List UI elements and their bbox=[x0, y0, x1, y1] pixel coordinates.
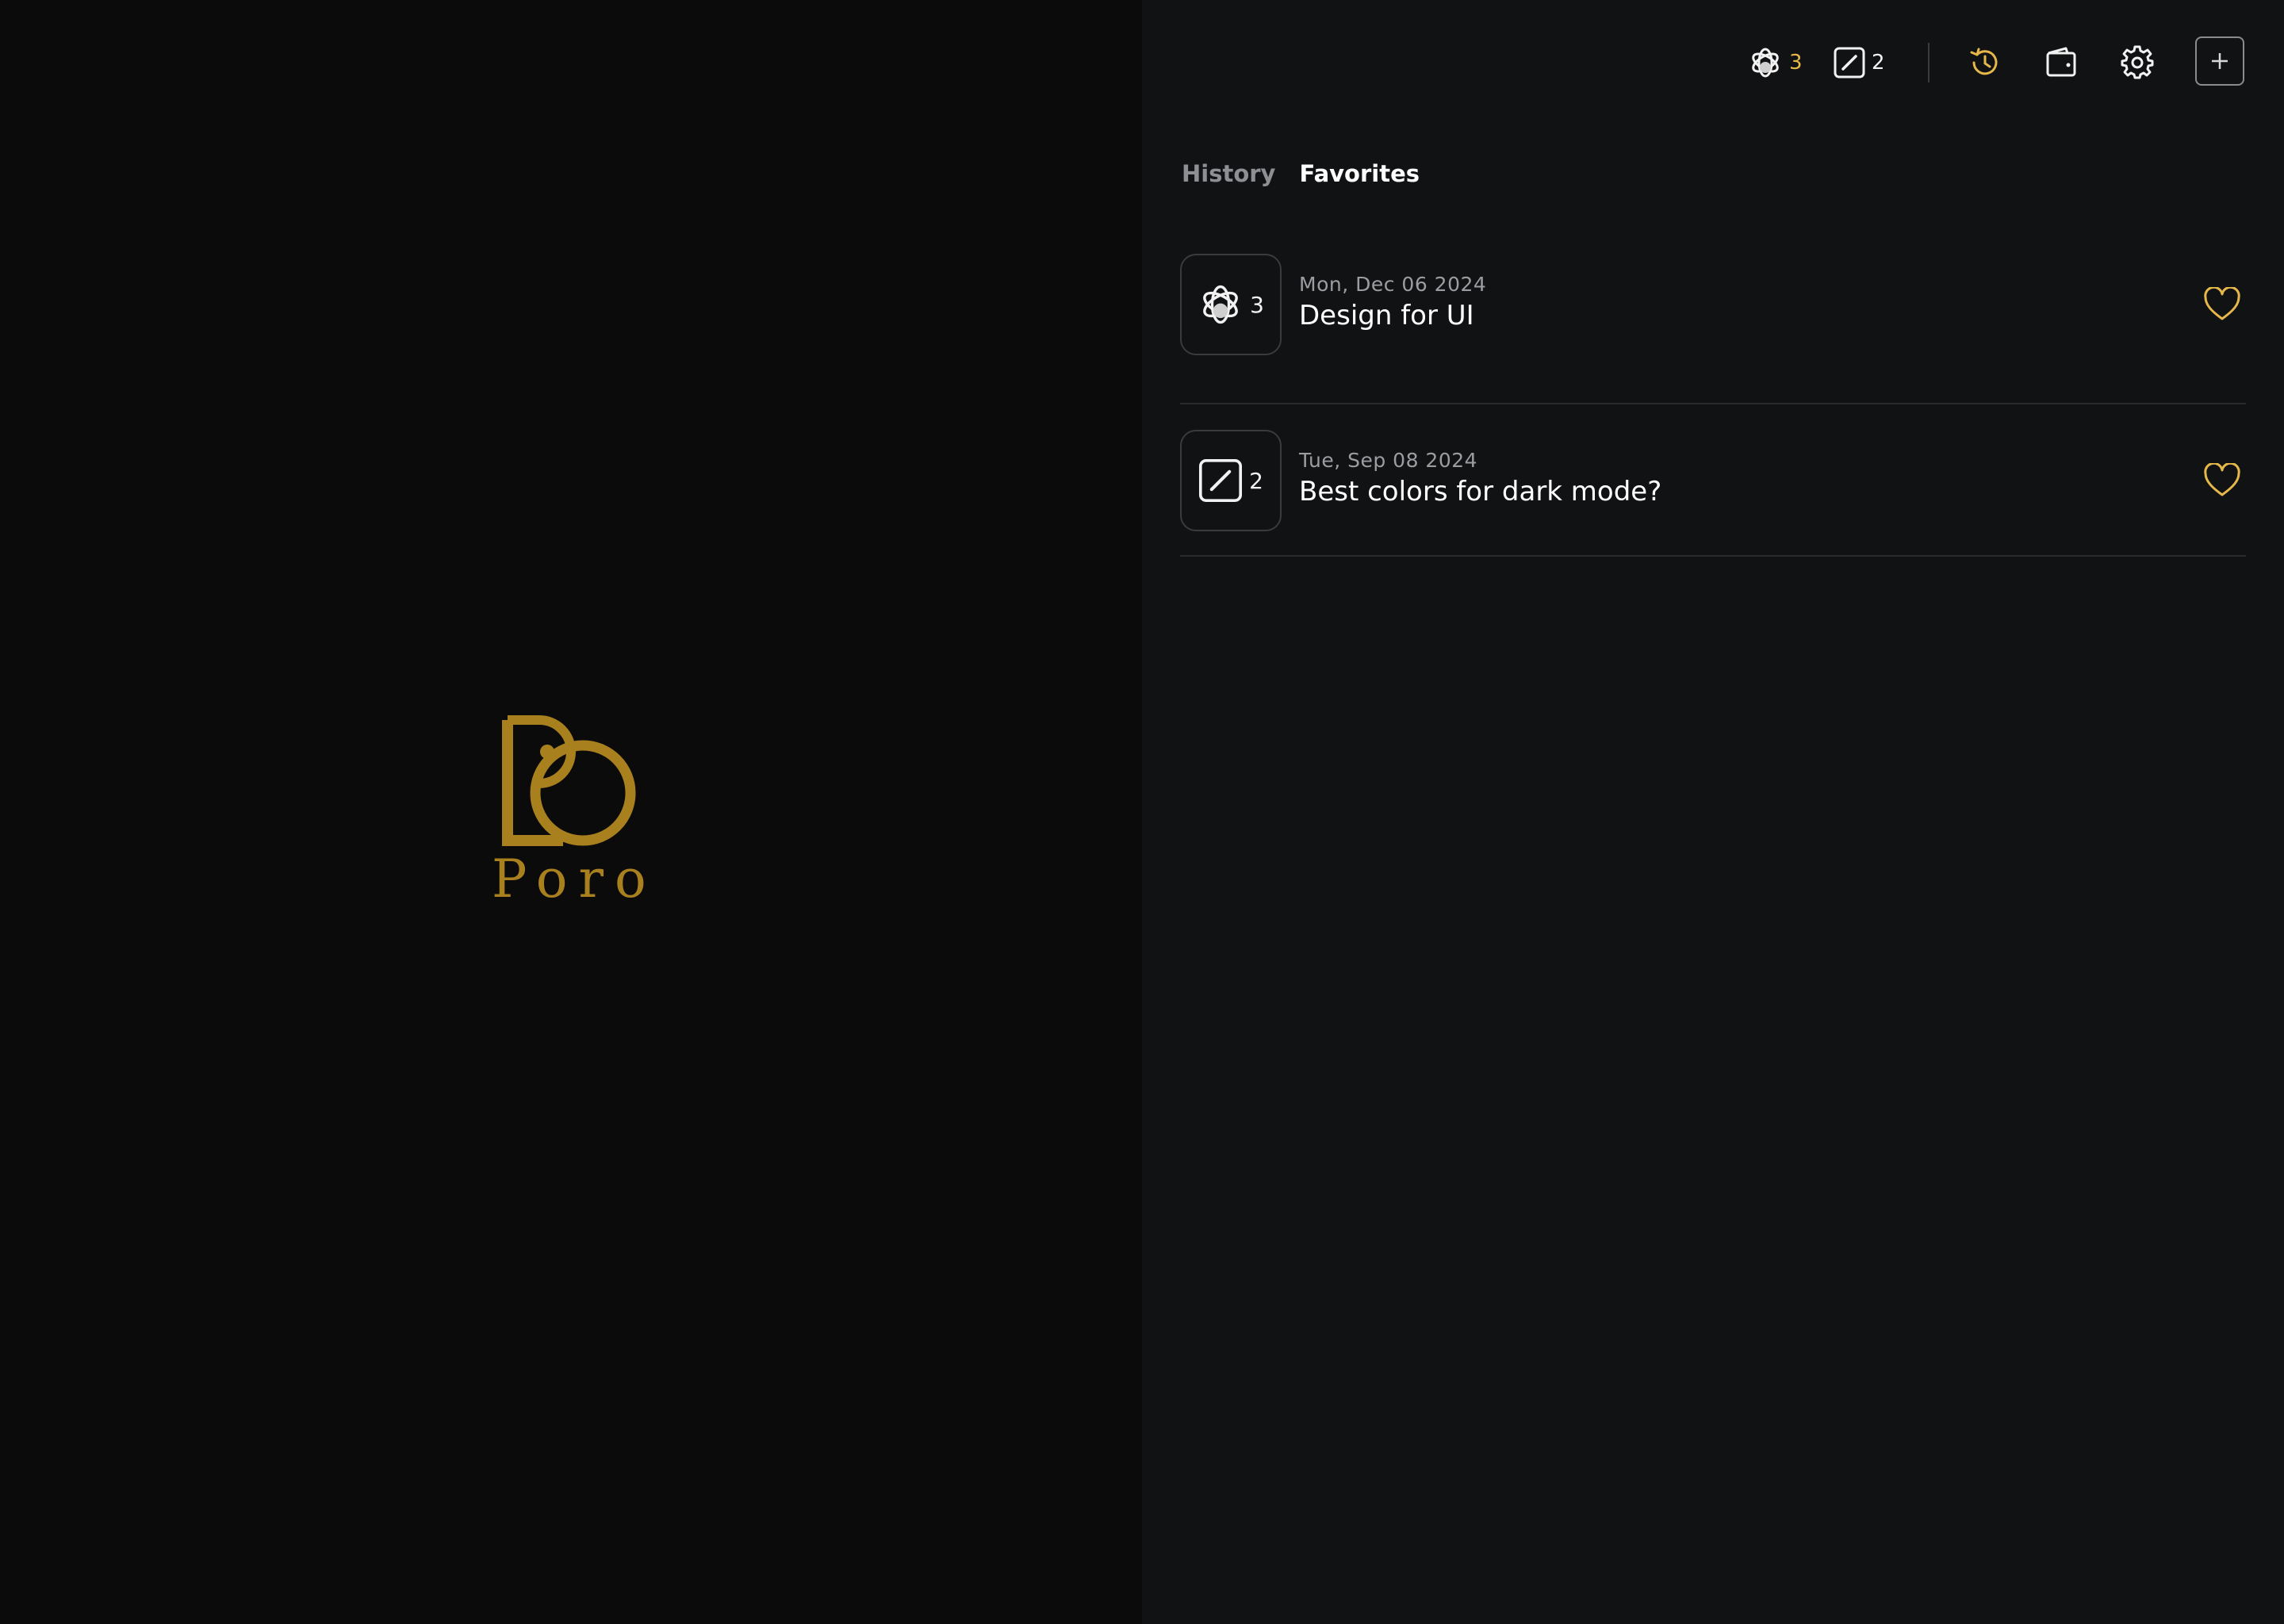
tab-history[interactable]: History bbox=[1182, 160, 1275, 187]
model-a-count: 3 bbox=[1789, 51, 1803, 75]
gear-icon bbox=[2121, 45, 2154, 79]
tab-favorites[interactable]: Favorites bbox=[1299, 160, 1420, 187]
item-title: Best colors for dark mode? bbox=[1299, 476, 1662, 508]
poro-logo-icon bbox=[502, 715, 636, 846]
new-chat-button[interactable] bbox=[2195, 36, 2244, 86]
plus-icon bbox=[2212, 53, 2228, 69]
list-item[interactable]: 2 Tue, Sep 08 2024 Best colors for dark … bbox=[1180, 404, 2246, 557]
splash-pane: Poro bbox=[0, 0, 1142, 1624]
heart-icon bbox=[2204, 287, 2240, 320]
app-window: Poro 3 2 History Favorites 3 Mon, Dec 06… bbox=[0, 0, 2284, 1624]
heart-icon bbox=[2204, 463, 2240, 496]
badge-count: 2 bbox=[1249, 467, 1263, 494]
model-a-counter[interactable]: 3 bbox=[1748, 36, 1803, 89]
openai-logo-icon bbox=[1752, 48, 1779, 78]
toolbar-divider bbox=[1928, 43, 1930, 82]
settings-button[interactable] bbox=[2111, 36, 2163, 89]
side-panel: 3 2 History Favorites 3 Mon, Dec 06 2024… bbox=[1142, 0, 2284, 1624]
wallet-icon bbox=[2046, 47, 2076, 77]
panel-tabs: History Favorites bbox=[1182, 160, 1420, 187]
model-b-count: 2 bbox=[1872, 51, 1885, 75]
model-badge: 2 bbox=[1180, 430, 1282, 531]
item-title: Design for UI bbox=[1299, 300, 1474, 331]
slash-box-icon bbox=[1199, 458, 1243, 503]
slash-box-icon bbox=[1834, 47, 1865, 79]
list-item[interactable]: 3 Mon, Dec 06 2024 Design for UI bbox=[1180, 252, 2246, 404]
history-button[interactable] bbox=[1959, 36, 2011, 89]
favorite-toggle[interactable] bbox=[2198, 457, 2246, 504]
favorite-toggle[interactable] bbox=[2198, 281, 2246, 328]
item-date: Tue, Sep 08 2024 bbox=[1299, 449, 1478, 472]
favorites-list: 3 Mon, Dec 06 2024 Design for UI 2 Tue, … bbox=[1180, 252, 2246, 557]
history-icon bbox=[1970, 48, 1998, 75]
brand-name: Poro bbox=[492, 848, 657, 910]
top-toolbar: 3 2 bbox=[1142, 36, 2284, 89]
item-date: Mon, Dec 06 2024 bbox=[1299, 273, 1487, 296]
model-badge: 3 bbox=[1180, 254, 1282, 355]
openai-logo-icon bbox=[1203, 285, 1238, 324]
model-b-counter[interactable]: 2 bbox=[1834, 36, 1885, 89]
wallet-button[interactable] bbox=[2035, 36, 2087, 89]
badge-count: 3 bbox=[1250, 291, 1264, 318]
